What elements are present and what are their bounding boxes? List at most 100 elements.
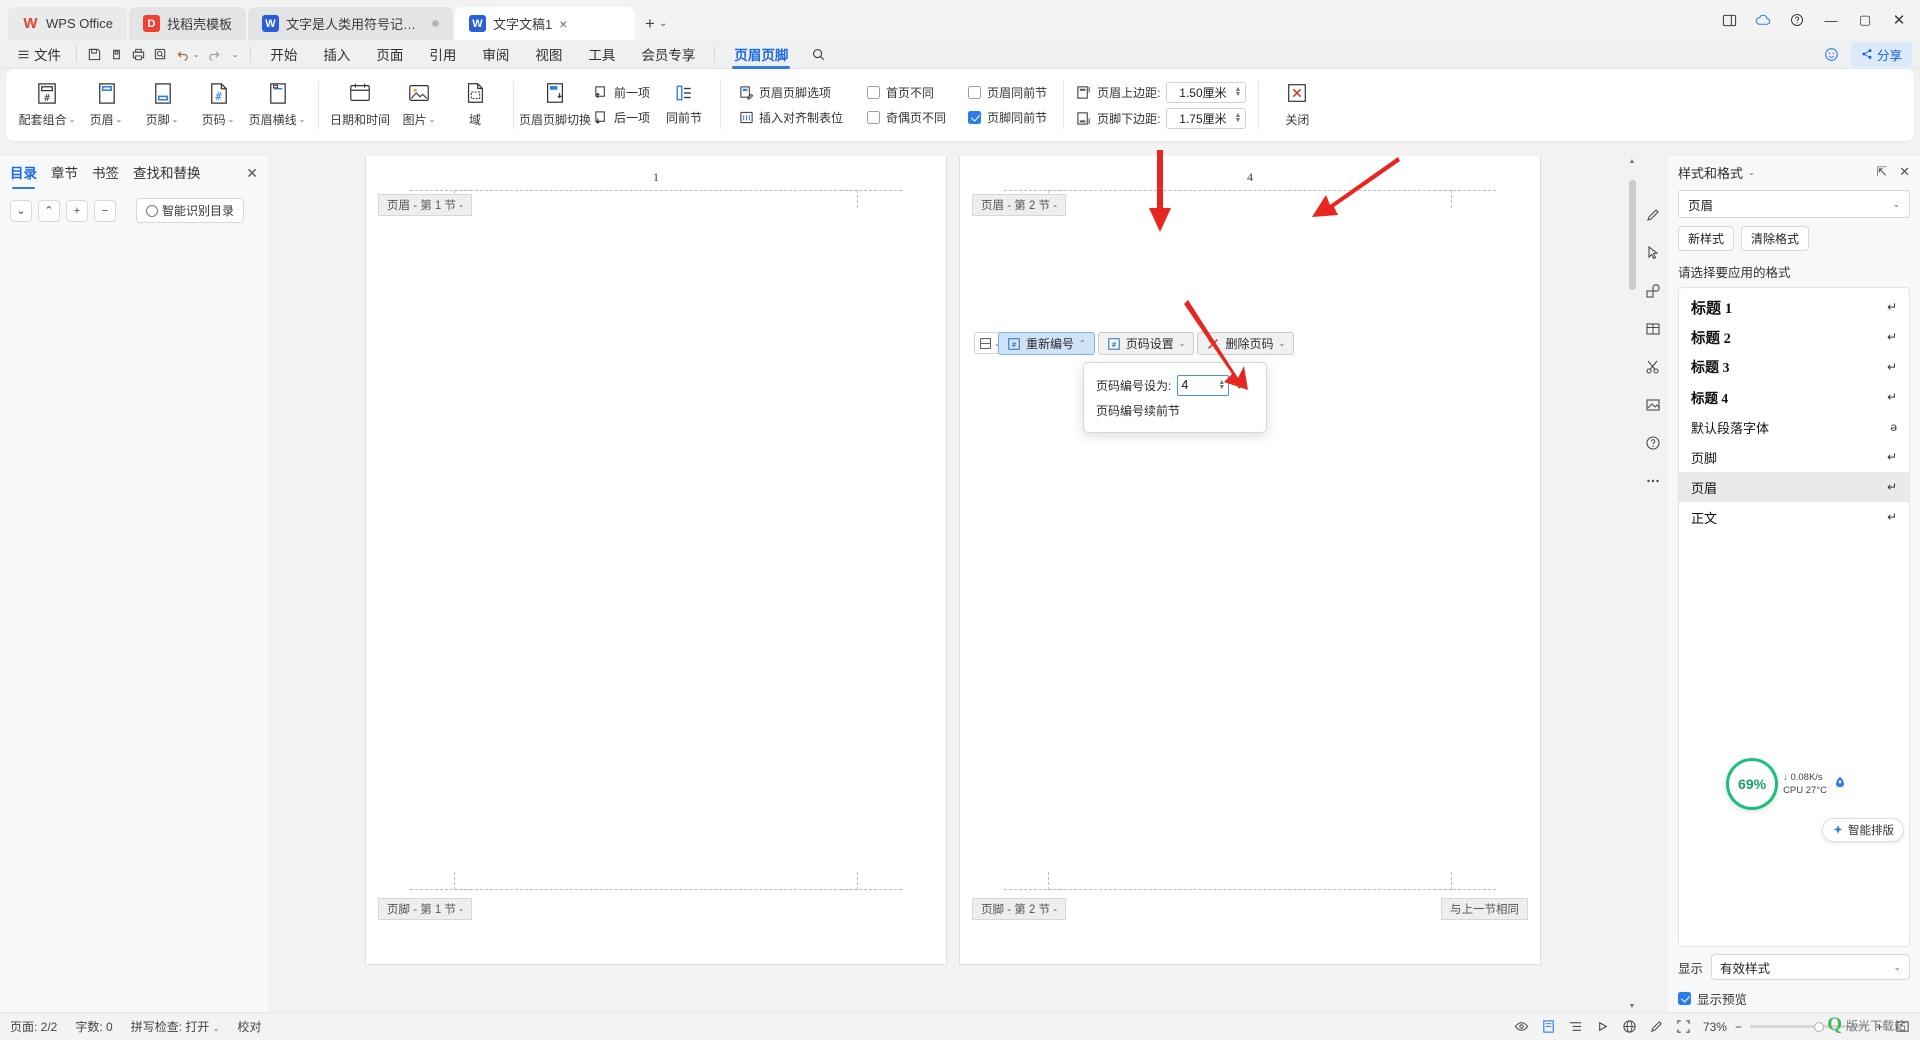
scissors-icon[interactable] xyxy=(1642,356,1664,378)
ribbon-button-insert-alignment-tab[interactable]: 插入对齐制表位 xyxy=(733,107,849,129)
stepper-arrows[interactable]: ▲ ▼ xyxy=(1218,379,1225,391)
file-menu-button[interactable]: 文件 xyxy=(8,42,70,67)
stepper-arrows[interactable]: ▲ ▼ xyxy=(1234,86,1241,98)
document-page-2[interactable]: 4 页眉 - 第 2 节 - 页脚 - 第 2 节 - 与上一节相同 ⌄ # xyxy=(960,156,1540,964)
current-style-dropdown[interactable]: 页眉 ⌄ xyxy=(1678,190,1910,218)
style-item-heading-3[interactable]: 标题 3 ↵ xyxy=(1679,352,1909,382)
minimize-button[interactable]: — xyxy=(1814,2,1848,38)
ribbon-button-header-line[interactable]: 页眉横线 ⌄ xyxy=(246,73,308,137)
ribbon-tab-start[interactable]: 开始 xyxy=(257,40,310,69)
undo-icon[interactable] xyxy=(171,43,193,65)
print-preview-icon[interactable] xyxy=(105,43,127,65)
ribbon-tab-insert[interactable]: 插入 xyxy=(310,40,363,69)
ribbon-tab-review[interactable]: 审阅 xyxy=(469,40,522,69)
customize-quick-access-icon[interactable]: ⌄ xyxy=(232,50,239,59)
chevron-down-icon[interactable]: ⌄ xyxy=(1179,339,1186,348)
smart-layout-pill[interactable]: 智能排版 xyxy=(1822,818,1904,842)
pen-icon[interactable] xyxy=(1649,1019,1664,1034)
style-item-body-text[interactable]: 正文 ↵ xyxy=(1679,502,1909,532)
stepper-arrows[interactable]: ▲ ▼ xyxy=(1234,112,1241,124)
checkbox-box[interactable] xyxy=(867,111,881,124)
ribbon-button-header[interactable]: 页眉 ⌄ xyxy=(78,73,134,137)
page-number-input[interactable]: 4 ▲ ▼ xyxy=(1177,374,1230,396)
close-icon[interactable]: × xyxy=(559,17,567,31)
ribbon-button-next-item[interactable]: 后一项 xyxy=(588,107,656,129)
more-dots-icon[interactable] xyxy=(1642,470,1664,492)
increase-level-button[interactable]: + xyxy=(66,199,88,222)
maximize-button[interactable]: ▢ xyxy=(1848,2,1882,38)
page-view-icon[interactable] xyxy=(1541,1019,1556,1034)
document-page-1[interactable]: 1 页眉 - 第 1 节 - 页脚 - 第 1 节 - xyxy=(366,156,946,964)
expand-all-button[interactable]: ⌃ xyxy=(38,199,60,222)
style-item-header[interactable]: 页眉 ↵ xyxy=(1679,472,1909,502)
pen-edit-icon[interactable] xyxy=(1642,204,1664,226)
ribbon-button-page-number[interactable]: # 页码 ⌄ xyxy=(190,73,246,137)
checkbox-footer-same-as-previous[interactable]: 页脚同前节 xyxy=(964,107,1051,129)
collapse-all-button[interactable]: ⌄ xyxy=(10,199,32,222)
ribbon-button-footer[interactable]: 页脚 ⌄ xyxy=(134,73,190,137)
ribbon-tab-view[interactable]: 视图 xyxy=(522,40,575,69)
system-monitor-widget[interactable]: 69% ↓ 0.08K/s CPU 27°C xyxy=(1726,758,1848,810)
checkbox-header-same-as-previous[interactable]: 页眉同前节 xyxy=(964,82,1051,104)
renumber-button[interactable]: # 重新编号 ⌃ xyxy=(998,332,1095,355)
delete-page-number-button[interactable]: 删除页码 ⌄ xyxy=(1197,332,1295,355)
zoom-level-label[interactable]: 73% xyxy=(1703,1020,1727,1034)
ribbon-button-header-footer-options[interactable]: 页眉页脚选项 xyxy=(733,82,849,104)
ribbon-button-picture[interactable]: 图片 ⌄ xyxy=(391,73,447,137)
cloud-sync-icon[interactable] xyxy=(1746,2,1780,38)
style-item-default-paragraph-font[interactable]: 默认段落字体 ə xyxy=(1679,412,1909,442)
proofread-button[interactable]: 校对 xyxy=(237,1018,261,1035)
document-canvas[interactable]: 1 页眉 - 第 1 节 - 页脚 - 第 1 节 - 4 页眉 - 第 2 节… xyxy=(268,156,1638,1012)
search-icon[interactable] xyxy=(807,43,829,65)
redo-icon[interactable] xyxy=(204,43,226,65)
smile-icon[interactable] xyxy=(1821,43,1843,65)
app-tab-document-1[interactable]: W 文字是人类用符号记录表达信息以 xyxy=(247,7,453,40)
ribbon-tab-member[interactable]: 会员专享 xyxy=(628,40,708,69)
ribbon-tab-header-footer[interactable]: 页眉页脚 xyxy=(721,40,801,69)
zoom-slider-handle[interactable] xyxy=(1813,1021,1824,1032)
chevron-down-icon[interactable]: ⌄ xyxy=(193,50,200,59)
new-style-button[interactable]: 新样式 xyxy=(1678,226,1735,251)
reading-view-icon[interactable] xyxy=(1595,1019,1610,1034)
renumber-popup-menu[interactable]: 页码编号设为: 4 ▲ ▼ ✓ 页码编号续前节 xyxy=(1083,362,1267,433)
ribbon-button-date-time[interactable]: 日期和时间 xyxy=(329,73,391,137)
popup-continue-previous-row[interactable]: 页码编号续前节 xyxy=(1084,398,1266,423)
ribbon-tab-references[interactable]: 引用 xyxy=(416,40,469,69)
checkbox-different-first-page[interactable]: 首页不同 xyxy=(863,82,950,104)
ribbon-button-combo[interactable]: # 配套组合 ⌄ xyxy=(16,73,78,137)
chevron-up-icon[interactable]: ⌃ xyxy=(1079,339,1086,348)
page-indicator[interactable]: 页面: 2/2 xyxy=(10,1018,57,1035)
checkbox-box[interactable] xyxy=(1678,992,1691,1005)
checkbox-different-odd-even[interactable]: 奇偶页不同 xyxy=(863,107,950,129)
close-icon[interactable]: ✕ xyxy=(246,165,258,182)
smart-toc-button[interactable]: 智能识别目录 xyxy=(136,198,245,223)
outline-view-icon[interactable] xyxy=(1568,1019,1583,1034)
styles-list[interactable]: 标题 1 ↵ 标题 2 ↵ 标题 3 ↵ 标题 4 ↵ 默认段落字体 ə 页脚 xyxy=(1678,287,1910,947)
chevron-down-icon[interactable]: ⌄ xyxy=(1278,339,1285,348)
close-icon[interactable]: ✕ xyxy=(1899,164,1910,180)
word-count[interactable]: 字数: 0 xyxy=(75,1018,112,1035)
new-tab-button[interactable]: + ⌄ xyxy=(637,7,675,40)
show-preview-row[interactable]: 显示预览 xyxy=(1678,989,1910,1008)
show-filter-dropdown[interactable]: 有效样式 ⌄ xyxy=(1711,954,1910,980)
vertical-scrollbar[interactable]: ▲ ▼ xyxy=(1626,156,1638,1012)
checkbox-box[interactable] xyxy=(968,86,982,99)
image-frame-icon[interactable] xyxy=(1642,394,1664,416)
chevron-down-icon[interactable]: ⌄ xyxy=(659,18,667,29)
ribbon-tab-tools[interactable]: 工具 xyxy=(575,40,628,69)
print-icon[interactable] xyxy=(127,43,149,65)
style-item-heading-2[interactable]: 标题 2 ↵ xyxy=(1679,322,1909,352)
footer-bottom-margin-input[interactable]: 1.75厘米 ▲ ▼ xyxy=(1166,107,1247,129)
spellcheck-status[interactable]: 拼写检查: 打开 ⌄ xyxy=(131,1018,220,1035)
pin-icon[interactable]: ⇱ xyxy=(1876,164,1887,180)
left-tab-chapters[interactable]: 章节 xyxy=(51,162,78,184)
table-icon[interactable] xyxy=(1642,318,1664,340)
check-icon[interactable]: ✓ xyxy=(1235,376,1248,394)
help-icon[interactable] xyxy=(1780,2,1814,38)
save-icon[interactable] xyxy=(83,43,105,65)
help-circle-icon[interactable] xyxy=(1642,432,1664,454)
rocket-icon[interactable] xyxy=(1832,776,1848,792)
header-top-margin-input[interactable]: 1.50厘米 ▲ ▼ xyxy=(1166,81,1247,103)
same-as-previous-glyph[interactable] xyxy=(660,82,708,104)
scrollbar-thumb[interactable] xyxy=(1629,180,1636,290)
